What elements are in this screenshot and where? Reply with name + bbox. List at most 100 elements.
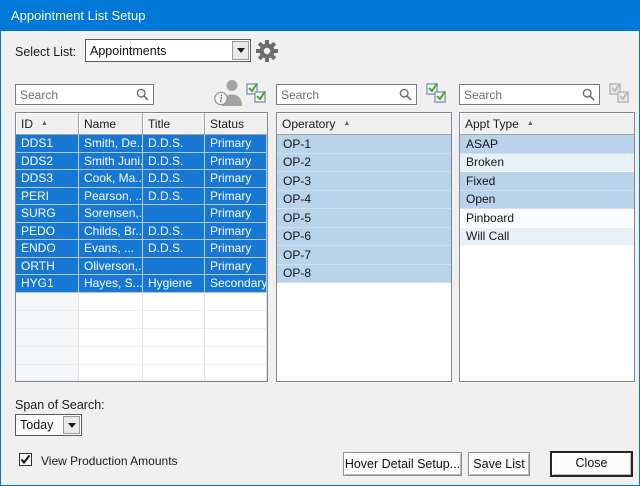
column-header-operatory[interactable]: Operatory ▲: [277, 113, 451, 135]
table-row-empty: [16, 293, 267, 311]
table-cell-title: Hygiene: [143, 275, 205, 293]
table-cell-empty: [143, 329, 205, 347]
column-header-status[interactable]: Status: [205, 113, 267, 135]
table-cell-empty: [16, 311, 79, 329]
table-cell-status: Primary: [205, 223, 267, 241]
table-cell-empty: [205, 329, 267, 347]
gear-icon[interactable]: [256, 40, 278, 62]
appointment-list-setup-dialog: Appointment List Setup Select List: Appo…: [0, 0, 640, 486]
table-row[interactable]: DDS3Cook, Ma...D.D.S.Primary: [16, 170, 267, 188]
list-item[interactable]: OP-7: [277, 246, 451, 265]
column-header-appt-type[interactable]: Appt Type ▲: [460, 113, 634, 135]
column-header-id[interactable]: ID ▲: [16, 113, 79, 135]
sort-asc-icon: ▲: [41, 120, 48, 127]
table-cell-id: DDS2: [16, 153, 79, 171]
list-item[interactable]: OP-3: [277, 172, 451, 191]
table-cell-title: D.D.S.: [143, 240, 205, 258]
table-cell-empty: [16, 347, 79, 365]
table-cell-name: Childs, Br...: [79, 223, 143, 241]
chevron-down-icon: [237, 48, 245, 53]
table-cell-name: Cook, Ma...: [79, 170, 143, 188]
column-header-title[interactable]: Title: [143, 113, 205, 135]
appt-type-search-input[interactable]: Search: [459, 84, 600, 105]
table-cell-empty: [143, 311, 205, 329]
table-cell-empty: [79, 365, 143, 382]
provider-search-input[interactable]: Search: [15, 84, 154, 105]
table-cell-title: [143, 258, 205, 276]
table-cell-id: DDS3: [16, 170, 79, 188]
table-row-empty: [16, 365, 267, 382]
list-item[interactable]: OP-6: [277, 228, 451, 247]
table-cell-title: D.D.S.: [143, 135, 205, 153]
provider-select-all-icon[interactable]: [244, 80, 269, 105]
appt-type-search-placeholder: Search: [460, 88, 582, 102]
table-cell-name: Oliverson,...: [79, 258, 143, 276]
table-cell-status: Primary: [205, 188, 267, 206]
search-icon: [582, 88, 595, 101]
provider-info-icon[interactable]: i: [213, 78, 245, 107]
operatory-list-header: Operatory ▲: [277, 113, 451, 135]
table-cell-id: HYG1: [16, 275, 79, 293]
table-cell-empty: [79, 347, 143, 365]
close-button[interactable]: Close: [550, 451, 633, 477]
list-item[interactable]: Fixed: [460, 172, 634, 191]
table-cell-empty: [79, 311, 143, 329]
table-cell-empty: [205, 293, 267, 311]
list-item[interactable]: Pinboard: [460, 209, 634, 228]
table-cell-empty: [79, 293, 143, 311]
appt-type-list-header: Appt Type ▲: [460, 113, 634, 135]
table-cell-name: Smith, De...: [79, 135, 143, 153]
table-cell-id: SURG: [16, 205, 79, 223]
span-of-search-dropdown[interactable]: Today: [15, 414, 82, 436]
operatory-select-all-icon[interactable]: [424, 80, 449, 105]
sort-asc-icon: ▲: [343, 120, 350, 127]
table-row[interactable]: PEDOChilds, Br...D.D.S.Primary: [16, 223, 267, 241]
providers-table: ID ▲ Name Title Status DDS1Smith, De...D…: [15, 112, 268, 382]
table-row[interactable]: SURGSorensen,...Primary: [16, 205, 267, 223]
table-cell-id: PERI: [16, 188, 79, 206]
operatory-search-placeholder: Search: [277, 88, 399, 102]
list-item[interactable]: Broken: [460, 154, 634, 173]
table-row[interactable]: DDS1Smith, De...D.D.S.Primary: [16, 135, 267, 153]
save-list-button[interactable]: Save List: [468, 452, 530, 476]
table-cell-title: D.D.S.: [143, 170, 205, 188]
table-cell-id: ENDO: [16, 240, 79, 258]
table-row[interactable]: ENDOEvans, ...D.D.S.Primary: [16, 240, 267, 258]
table-cell-empty: [205, 365, 267, 382]
provider-search-placeholder: Search: [16, 88, 136, 102]
list-item[interactable]: OP-5: [277, 209, 451, 228]
view-production-checkbox[interactable]: [19, 453, 32, 466]
hover-detail-setup-button[interactable]: Hover Detail Setup...: [343, 452, 462, 476]
table-row-empty: [16, 347, 267, 365]
table-row[interactable]: DDS2Smith Juni...D.D.S.Primary: [16, 153, 267, 171]
table-row[interactable]: HYG1Hayes, S...HygieneSecondary: [16, 275, 267, 293]
table-row-empty: [16, 311, 267, 329]
select-list-dropdown-button[interactable]: [232, 41, 249, 60]
table-cell-status: Primary: [205, 153, 267, 171]
list-item[interactable]: OP-8: [277, 265, 451, 284]
operatory-search-input[interactable]: Search: [276, 84, 417, 105]
svg-text:i: i: [220, 94, 223, 105]
span-of-search-value: Today: [16, 418, 62, 432]
span-of-search-dropdown-button[interactable]: [63, 416, 80, 434]
select-list-dropdown[interactable]: Appointments: [85, 39, 251, 62]
table-cell-empty: [143, 365, 205, 382]
table-row[interactable]: PERIPearson, ...D.D.S.Primary: [16, 188, 267, 206]
sort-asc-icon: ▲: [527, 120, 534, 127]
column-header-name[interactable]: Name: [79, 113, 143, 135]
table-cell-title: D.D.S.: [143, 153, 205, 171]
titlebar[interactable]: Appointment List Setup: [1, 1, 639, 31]
list-item[interactable]: OP-1: [277, 135, 451, 154]
table-cell-id: PEDO: [16, 223, 79, 241]
table-row[interactable]: ORTHOliverson,...Primary: [16, 258, 267, 276]
list-item[interactable]: Open: [460, 191, 634, 210]
table-cell-title: D.D.S.: [143, 188, 205, 206]
list-item[interactable]: Will Call: [460, 228, 634, 247]
list-item[interactable]: ASAP: [460, 135, 634, 154]
table-cell-name: Sorensen,...: [79, 205, 143, 223]
list-item[interactable]: OP-4: [277, 191, 451, 210]
table-cell-title: D.D.S.: [143, 223, 205, 241]
table-cell-status: Secondary: [205, 275, 267, 293]
providers-table-header: ID ▲ Name Title Status: [16, 113, 267, 135]
list-item[interactable]: OP-2: [277, 154, 451, 173]
